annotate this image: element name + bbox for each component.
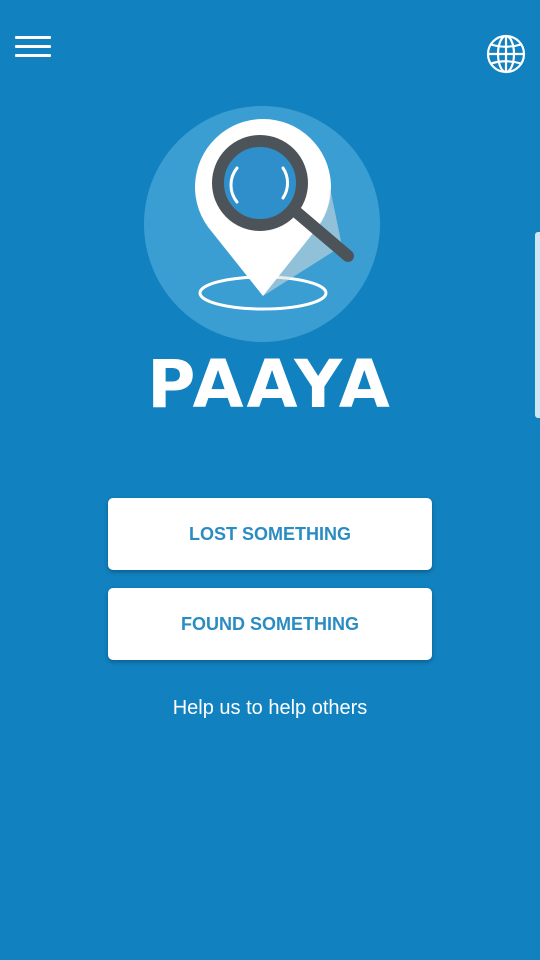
lost-something-button[interactable]: LOST SOMETHING — [108, 498, 432, 570]
app-logo — [142, 106, 382, 346]
menu-icon-line — [15, 54, 51, 57]
menu-button[interactable] — [12, 32, 54, 62]
language-button[interactable] — [484, 32, 528, 76]
location-pin-magnifier-icon — [144, 106, 380, 342]
app-title: PAAYA — [147, 346, 393, 423]
menu-icon-line — [15, 36, 51, 39]
tagline: Help us to help others — [172, 697, 368, 719]
globe-icon — [486, 34, 526, 74]
home-screen: PAAYA LOST SOMETHING FOUND SOMETHING Hel… — [0, 0, 540, 960]
found-something-button[interactable]: FOUND SOMETHING — [108, 588, 432, 660]
menu-icon-line — [15, 45, 51, 48]
